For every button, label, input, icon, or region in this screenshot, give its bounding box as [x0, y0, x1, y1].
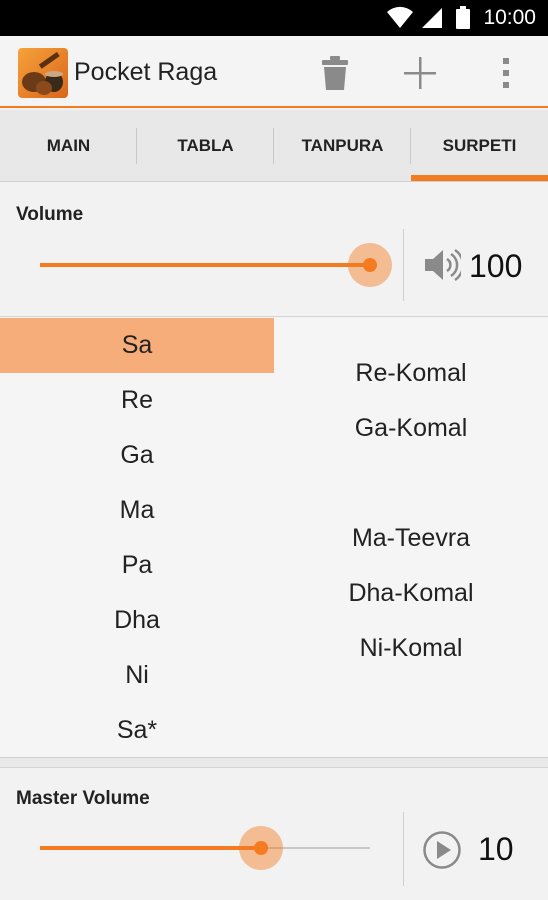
note-label: Dha-Komal [348, 579, 474, 607]
note-label: Ni [125, 661, 149, 689]
note-label: Re [121, 386, 153, 414]
note-label: Ma [119, 496, 155, 524]
slider-fill [40, 846, 262, 850]
app-title: Pocket Raga [74, 58, 218, 86]
tab-label: TABLA [177, 135, 234, 155]
note-label: Dha [114, 606, 160, 634]
note-label: Sa* [116, 716, 158, 744]
note-ma-teevra[interactable]: Ma-Teevra [274, 511, 548, 566]
note-label: Ni-Komal [359, 634, 463, 662]
overflow-menu-button[interactable] [483, 50, 529, 96]
delete-button[interactable] [312, 50, 358, 96]
tab-surpeti[interactable]: SURPETI [411, 110, 548, 181]
note-ni[interactable]: Ni [0, 648, 274, 703]
clock: 10:00 [483, 6, 536, 29]
note-label: Ma-Teevra [351, 524, 471, 552]
vertical-divider [403, 812, 404, 886]
note-selector: Sa Re Ga Ma Pa Dha Ni Sa* Re-Komal Ga-Ko… [0, 318, 548, 758]
pocket-raga-app-icon [18, 48, 68, 98]
slider-thumb[interactable] [254, 841, 269, 855]
add-button[interactable] [397, 50, 443, 96]
note-label: Sa [121, 331, 153, 359]
note-dha[interactable]: Dha [0, 593, 274, 648]
note-label: Re-Komal [355, 359, 467, 387]
note-label: Pa [121, 551, 153, 579]
note-dha-komal[interactable]: Dha-Komal [274, 566, 548, 621]
note-label: Ga-Komal [354, 414, 468, 442]
trash-icon [322, 56, 348, 90]
tab-label: TANPURA [301, 135, 384, 155]
tab-main[interactable]: MAIN [0, 110, 137, 181]
battery-icon [456, 6, 470, 29]
note-re[interactable]: Re [0, 373, 274, 428]
note-ga[interactable]: Ga [0, 428, 274, 483]
volume-label: Volume [16, 204, 84, 225]
action-bar: Pocket Raga [0, 36, 548, 108]
status-bar: 10:00 [0, 0, 548, 36]
speaker-icon [425, 248, 461, 282]
note-re-komal[interactable]: Re-Komal [274, 346, 548, 401]
tab-label: MAIN [46, 135, 91, 155]
cell-signal-icon [422, 8, 442, 28]
play-icon[interactable] [422, 830, 462, 870]
tab-tanpura[interactable]: TANPURA [274, 110, 411, 181]
note-ga-komal[interactable]: Ga-Komal [274, 401, 548, 456]
note-label: Ga [120, 441, 154, 469]
note-ni-komal[interactable]: Ni-Komal [274, 621, 548, 676]
wifi-icon [387, 6, 413, 28]
vertical-divider [403, 229, 404, 301]
overflow-menu-icon [503, 58, 509, 88]
note-sa[interactable]: Sa [0, 318, 274, 373]
volume-value: 100 [469, 248, 523, 284]
tab-bar: MAIN TABLA TANPURA SURPETI [0, 110, 548, 182]
note-pa[interactable]: Pa [0, 538, 274, 593]
slider-thumb[interactable] [363, 258, 377, 272]
tab-tabla[interactable]: TABLA [137, 110, 274, 181]
master-volume-value: 10 [478, 831, 514, 867]
master-volume-label: Master Volume [16, 788, 150, 809]
master-volume-slider[interactable] [40, 826, 370, 870]
slider-fill [40, 263, 370, 267]
add-icon [404, 57, 436, 89]
tab-label: SURPETI [442, 135, 517, 155]
note-ma[interactable]: Ma [0, 483, 274, 538]
master-volume-panel: Master Volume 10 [0, 768, 548, 900]
volume-slider[interactable] [40, 243, 392, 287]
volume-panel: Volume 100 [0, 183, 548, 317]
panel-separator [0, 758, 548, 768]
note-sa-upper[interactable]: Sa* [0, 703, 274, 758]
